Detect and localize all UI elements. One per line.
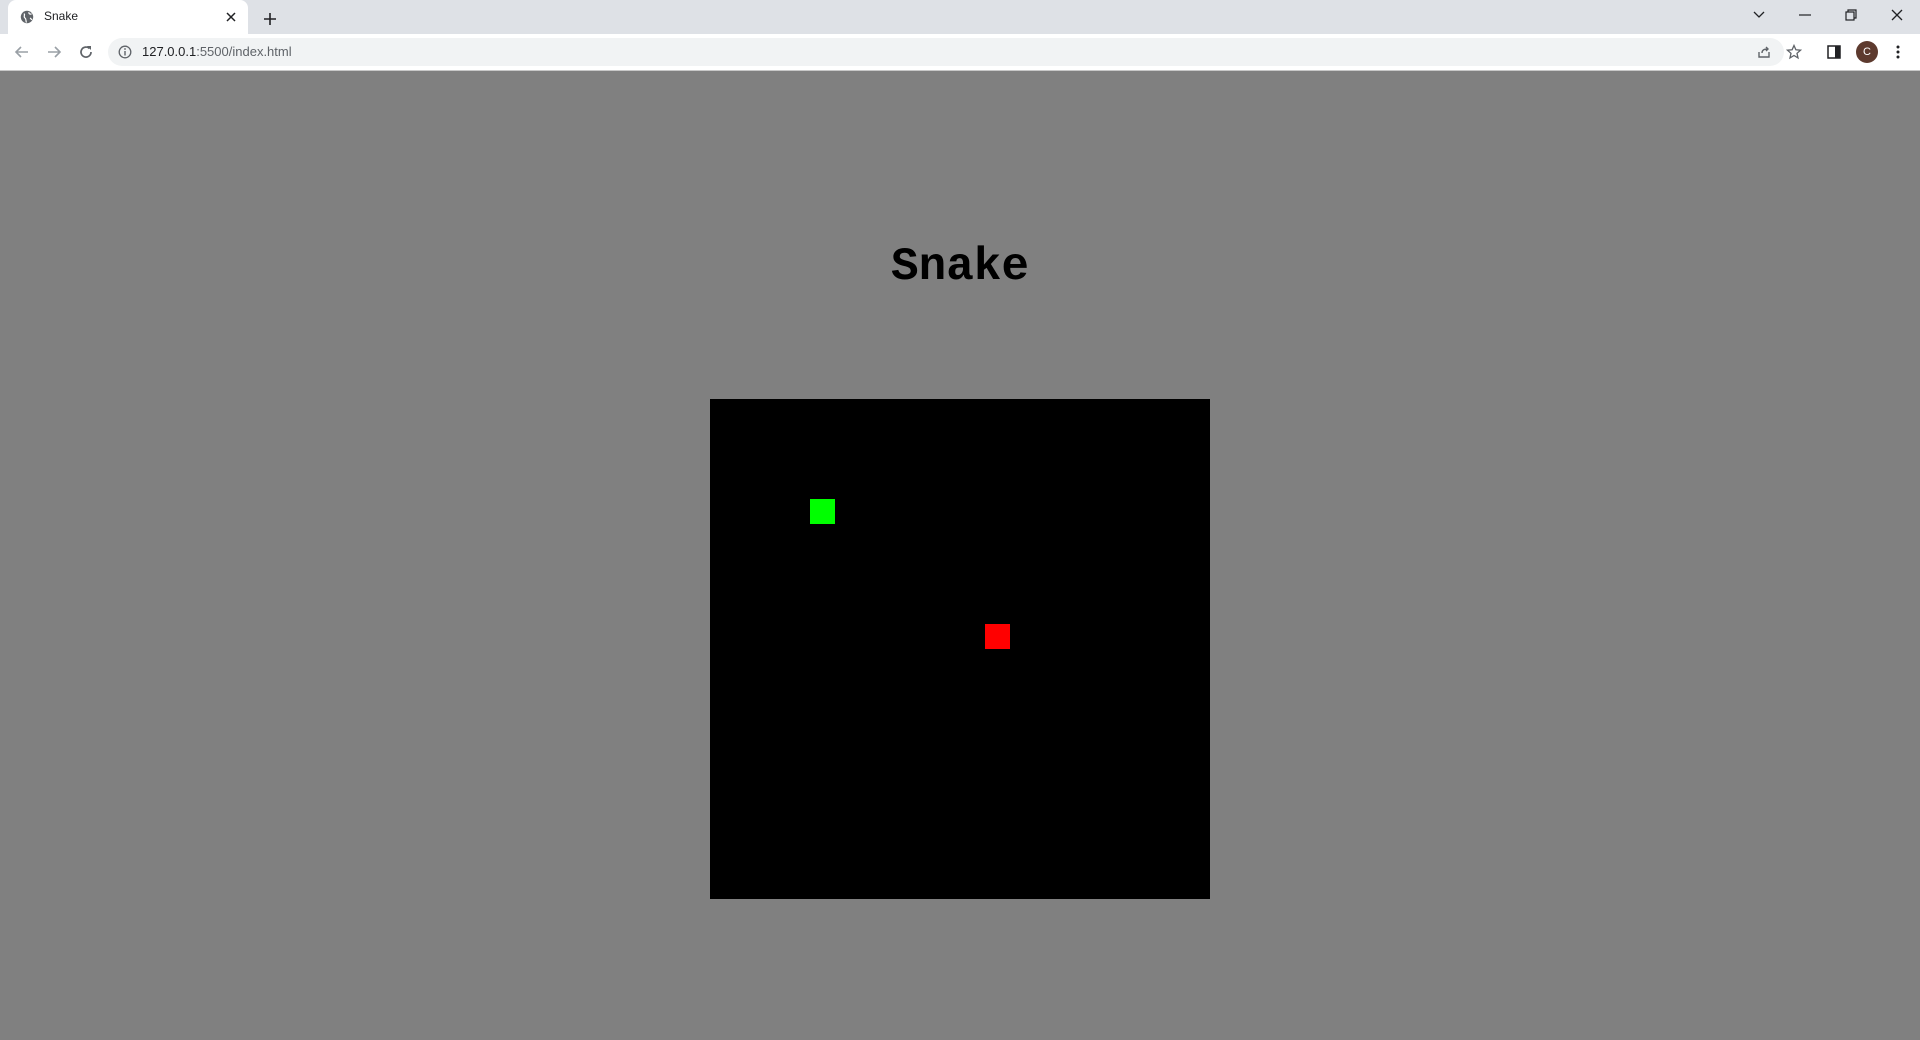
side-panel-icon[interactable] [1822,40,1846,64]
browser-toolbar: 127.0.0.1:5500/index.html C [0,34,1920,71]
tab-title: Snake [44,9,79,23]
bookmark-star-icon[interactable] [1782,40,1806,64]
new-tab-icon[interactable] [258,7,282,31]
share-icon[interactable] [1754,42,1774,62]
restore-icon[interactable] [1828,0,1874,30]
page-title: Snake [890,241,1030,293]
close-tab-icon[interactable] [222,8,240,26]
food-item [985,624,1010,649]
url-path: :5500/index.html [196,44,292,59]
tab-search-icon[interactable] [1736,0,1782,30]
forward-arrow-icon[interactable] [42,40,66,64]
url-host: 127.0.0.1 [142,44,197,59]
snake-segment [810,499,835,524]
address-bar[interactable]: 127.0.0.1:5500/index.html [108,38,1784,66]
page-viewport: Snake [0,71,1920,1040]
menu-dots-icon[interactable] [1886,40,1910,64]
close-window-icon[interactable] [1874,0,1920,30]
back-arrow-icon[interactable] [10,40,34,64]
game-board[interactable] [710,399,1210,899]
reload-icon[interactable] [74,40,98,64]
globe-icon [20,10,34,24]
tab-snake[interactable]: Snake [8,0,248,34]
url-text: 127.0.0.1:5500/index.html [142,44,292,59]
profile-avatar[interactable]: C [1856,41,1878,63]
minimize-icon[interactable] [1782,0,1828,30]
info-icon[interactable] [118,45,132,59]
tab-strip: Snake [0,0,1920,34]
